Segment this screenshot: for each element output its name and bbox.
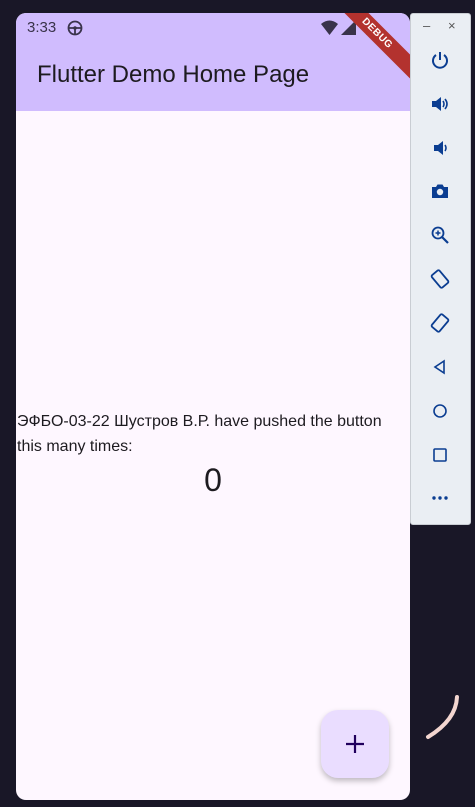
volume-down-button[interactable] <box>425 133 455 163</box>
power-icon <box>432 52 448 69</box>
overview-button[interactable] <box>425 440 455 470</box>
volume-down-icon <box>434 141 447 155</box>
camera-icon <box>432 184 448 198</box>
back-button[interactable] <box>425 352 455 382</box>
app-bar-title: Flutter Demo Home Page <box>37 61 310 88</box>
overview-icon <box>433 448 447 462</box>
more-icon <box>432 496 448 500</box>
toolbar-window-controls: – × <box>411 14 470 40</box>
close-button[interactable]: × <box>448 18 456 33</box>
rotate-left-button[interactable] <box>425 264 455 294</box>
increment-button[interactable] <box>321 710 389 778</box>
zoom-button[interactable] <box>425 220 455 250</box>
wifi-icon <box>321 20 338 35</box>
steering-wheel-icon <box>67 20 83 36</box>
counter-label: ЭФБО-03-22 Шустров В.Р. have pushed the … <box>17 413 382 455</box>
home-icon <box>433 404 447 418</box>
counter-value: 0 <box>204 462 222 498</box>
screenshot-button[interactable] <box>425 176 455 206</box>
app-bar: 3:33 Flutter Demo Home Page DEBUG <box>16 13 410 111</box>
device-screen: 3:33 Flutter Demo Home Page DEBUG ЭФБО-0… <box>16 13 410 800</box>
power-button[interactable] <box>425 45 455 75</box>
emulator-toolbar: – × <box>410 13 471 525</box>
volume-up-icon <box>432 97 448 111</box>
minimize-button[interactable]: – <box>423 18 430 33</box>
drag-cursor-mark <box>426 695 459 739</box>
plus-icon <box>346 735 364 753</box>
back-icon <box>433 359 445 375</box>
home-button[interactable] <box>425 396 455 426</box>
zoom-icon <box>431 226 449 244</box>
rotate-right-icon <box>430 313 450 333</box>
more-button[interactable] <box>425 483 455 513</box>
rotate-right-button[interactable] <box>425 308 455 338</box>
status-time: 3:33 <box>27 19 57 36</box>
rotate-left-icon <box>430 269 450 289</box>
volume-up-button[interactable] <box>425 89 455 119</box>
